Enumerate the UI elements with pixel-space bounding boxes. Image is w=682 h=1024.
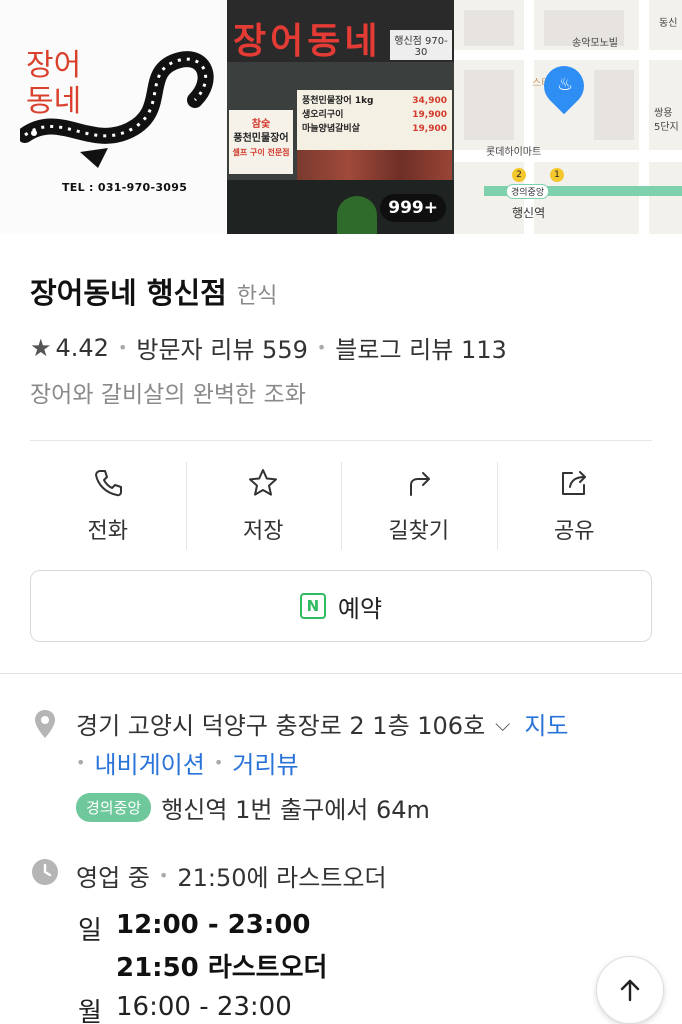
day-hours: 12:00 - 23:00 [116,910,311,940]
exit-number-icon: 2 [512,168,526,182]
store-sign-side: 행신점 970-30 [390,30,452,60]
visitor-reviews-link[interactable]: 방문자 리뷰 559 [136,330,307,365]
place-header: 장어동네 행신점 한식 [30,270,277,312]
save-label: 저장 [243,519,284,544]
call-label: 전화 [87,519,128,544]
menu-row: 생오리구이 19,900 [302,110,447,120]
action-bar: 전화 저장 길찾기 공유 [30,462,652,550]
arrow-up-icon [620,979,640,1002]
rating-row: ★ 4.42 • 방문자 리뷰 559 • 블로그 리뷰 113 [30,330,507,365]
photo-count-badge[interactable]: 999+ [380,194,446,222]
place-category: 한식 [236,284,278,309]
place-description: 장어와 갈비살의 완벽한 조화 [30,382,306,408]
save-button[interactable]: 저장 [185,462,342,550]
store-left-board: 참숯 풍천민물장어 셀프 구이 전문점 [229,110,293,174]
rating-value: 4.42 [55,333,109,362]
photo-map[interactable]: 송악모노빌 동신 쌍용 5단지 스타 롯데하이마트 ♨ 2 1 경의중앙 행신역 [454,0,682,234]
photo-logo[interactable]: 장어 동네 TEL : 031-970-3095 [0,0,227,234]
directions-label: 길찾기 [388,519,450,544]
logo-phone-number: TEL : 031-970-3095 [62,181,188,194]
eel-illustration [20,51,214,168]
divider [30,440,652,441]
hours-status-row[interactable]: 영업 중 • 21:50에 라스트오더 [76,858,387,893]
map-label: 송악모노빌 [572,38,618,49]
blog-reviews-link[interactable]: 블로그 리뷰 113 [335,330,506,365]
directions-arrow-icon [409,472,430,496]
restaurant-icon: ♨ [557,74,574,95]
station-label: 행신역 [512,206,546,220]
place-name: 장어동네 행신점 [30,276,227,310]
share-icon [562,471,587,495]
address-links: • 내비게이션 • 거리뷰 [76,745,299,780]
reserve-label: 예약 [337,594,383,623]
map-label: 롯데하이마트 [486,147,542,158]
street-view-link[interactable]: 거리뷰 [232,745,298,780]
transit-text: 행신역 1번 출구에서 64m [161,796,430,824]
directions-button[interactable]: 길찾기 [341,462,497,550]
day-hours: 16:00 - 23:00 [116,992,292,1022]
subway-line-badge: 경의중앙 [76,793,152,822]
map-label: 쌍용 [654,108,673,119]
star-icon: ★ [30,333,52,362]
open-status: 영업 중 [76,864,150,892]
hours-row-sunday: 일 12:00 - 23:00 [78,910,310,947]
photo-strip[interactable]: 장어 동네 TEL : 031-970-3095 장어동네 행신점 970-30… [0,0,682,234]
map-label: 동신 [659,18,678,29]
exit-number-icon: 1 [550,168,564,182]
menu-board: 풍천민물장어 1kg 34,900 생오리구이 19,900 마늘양념갈비살 19,9… [297,90,452,150]
share-label: 공유 [554,519,595,544]
rail-line-label: 경의중앙 [506,184,550,199]
address-row: 경기 고양시 덕양구 충장로 2 1층 106호 ⌵ 지도 [76,706,569,741]
scroll-to-top-button[interactable] [596,956,664,1024]
location-pin-icon [35,710,55,738]
star-outline-icon [249,469,278,496]
day-label: 일 [78,916,102,946]
menu-row: 풍천민물장어 1kg 34,900 [302,96,447,106]
day-label: 월 [78,998,102,1024]
call-button[interactable]: 전화 [30,462,186,550]
reserve-button[interactable]: N 예약 [30,570,652,642]
address-text: 경기 고양시 덕양구 충장로 2 1층 106호 [76,712,486,740]
last-order-note: 21:50에 라스트오더 [177,864,387,892]
menu-row: 마늘양념갈비살 19,900 [302,124,447,134]
hours-row-monday: 월 16:00 - 23:00 [78,992,292,1024]
share-button[interactable]: 공유 [496,462,653,550]
transit-row: 경의중앙 행신역 1번 출구에서 64m [76,790,430,825]
map-label: 5단지 [654,122,679,133]
photo-storefront[interactable]: 장어동네 행신점 970-30 참숯 풍천민물장어 셀프 구이 전문점 풍천민물… [227,0,454,234]
navigation-link[interactable]: 내비게이션 [94,745,204,780]
meat-photos [297,150,452,180]
clock-icon [32,859,58,885]
sunday-last-order: 21:50 라스트오더 [116,953,328,983]
section-divider [0,673,682,674]
phone-icon [94,470,122,497]
store-sign-title: 장어동네 [233,21,382,62]
plant [337,196,377,234]
chevron-down-icon[interactable]: ⌵ [495,712,510,736]
naver-booking-icon: N [299,593,326,619]
map-link[interactable]: 지도 [524,706,568,741]
